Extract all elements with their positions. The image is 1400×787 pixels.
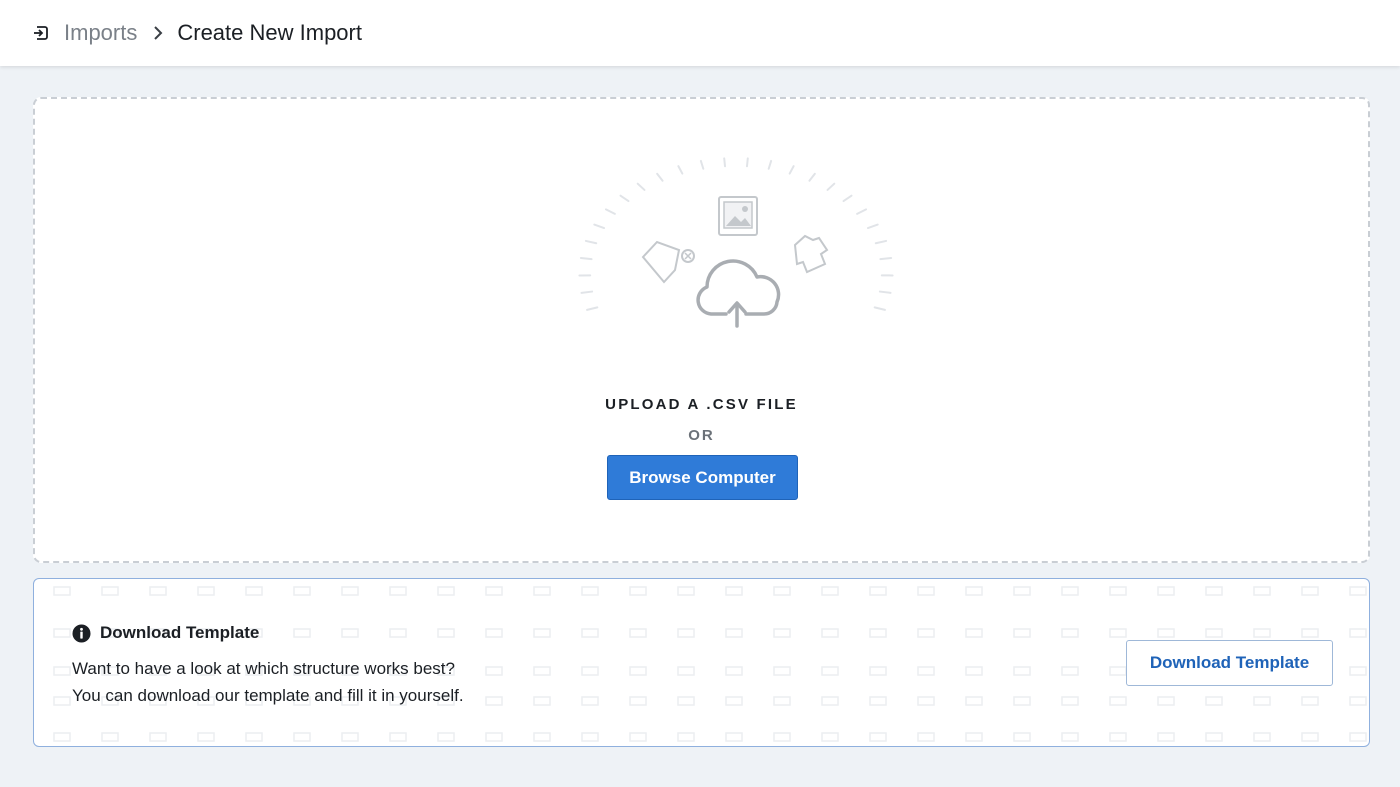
page-title: Create New Import [177,20,362,45]
top-bar: Imports Create New Import [0,0,1400,66]
template-heading: Download Template [72,623,259,643]
template-title: Download Template [100,623,260,642]
upload-cloud-illustration [571,154,901,374]
download-template-panel: Download Template Want to have a look at… [33,578,1370,747]
or-separator: OR [688,427,715,444]
download-template-button[interactable]: Download Template [1126,640,1333,686]
cloud-upload-icon [696,259,781,328]
info-icon [72,624,91,643]
template-description-line-2: You can download our template and fill i… [72,686,464,705]
chevron-right-icon [153,26,163,40]
breadcrumb-imports-link[interactable]: Imports [64,20,137,46]
import-icon [32,24,50,42]
upload-title: UPLOAD A .CSV FILE [605,396,798,413]
browse-computer-button[interactable]: Browse Computer [607,455,798,500]
shirt-icon [793,234,829,274]
tag-icon [641,240,695,284]
upload-dropzone[interactable]: UPLOAD A .CSV FILE OR Browse Computer [33,97,1370,563]
template-description-line-1: Want to have a look at which structure w… [72,659,455,678]
image-icon [718,196,758,236]
